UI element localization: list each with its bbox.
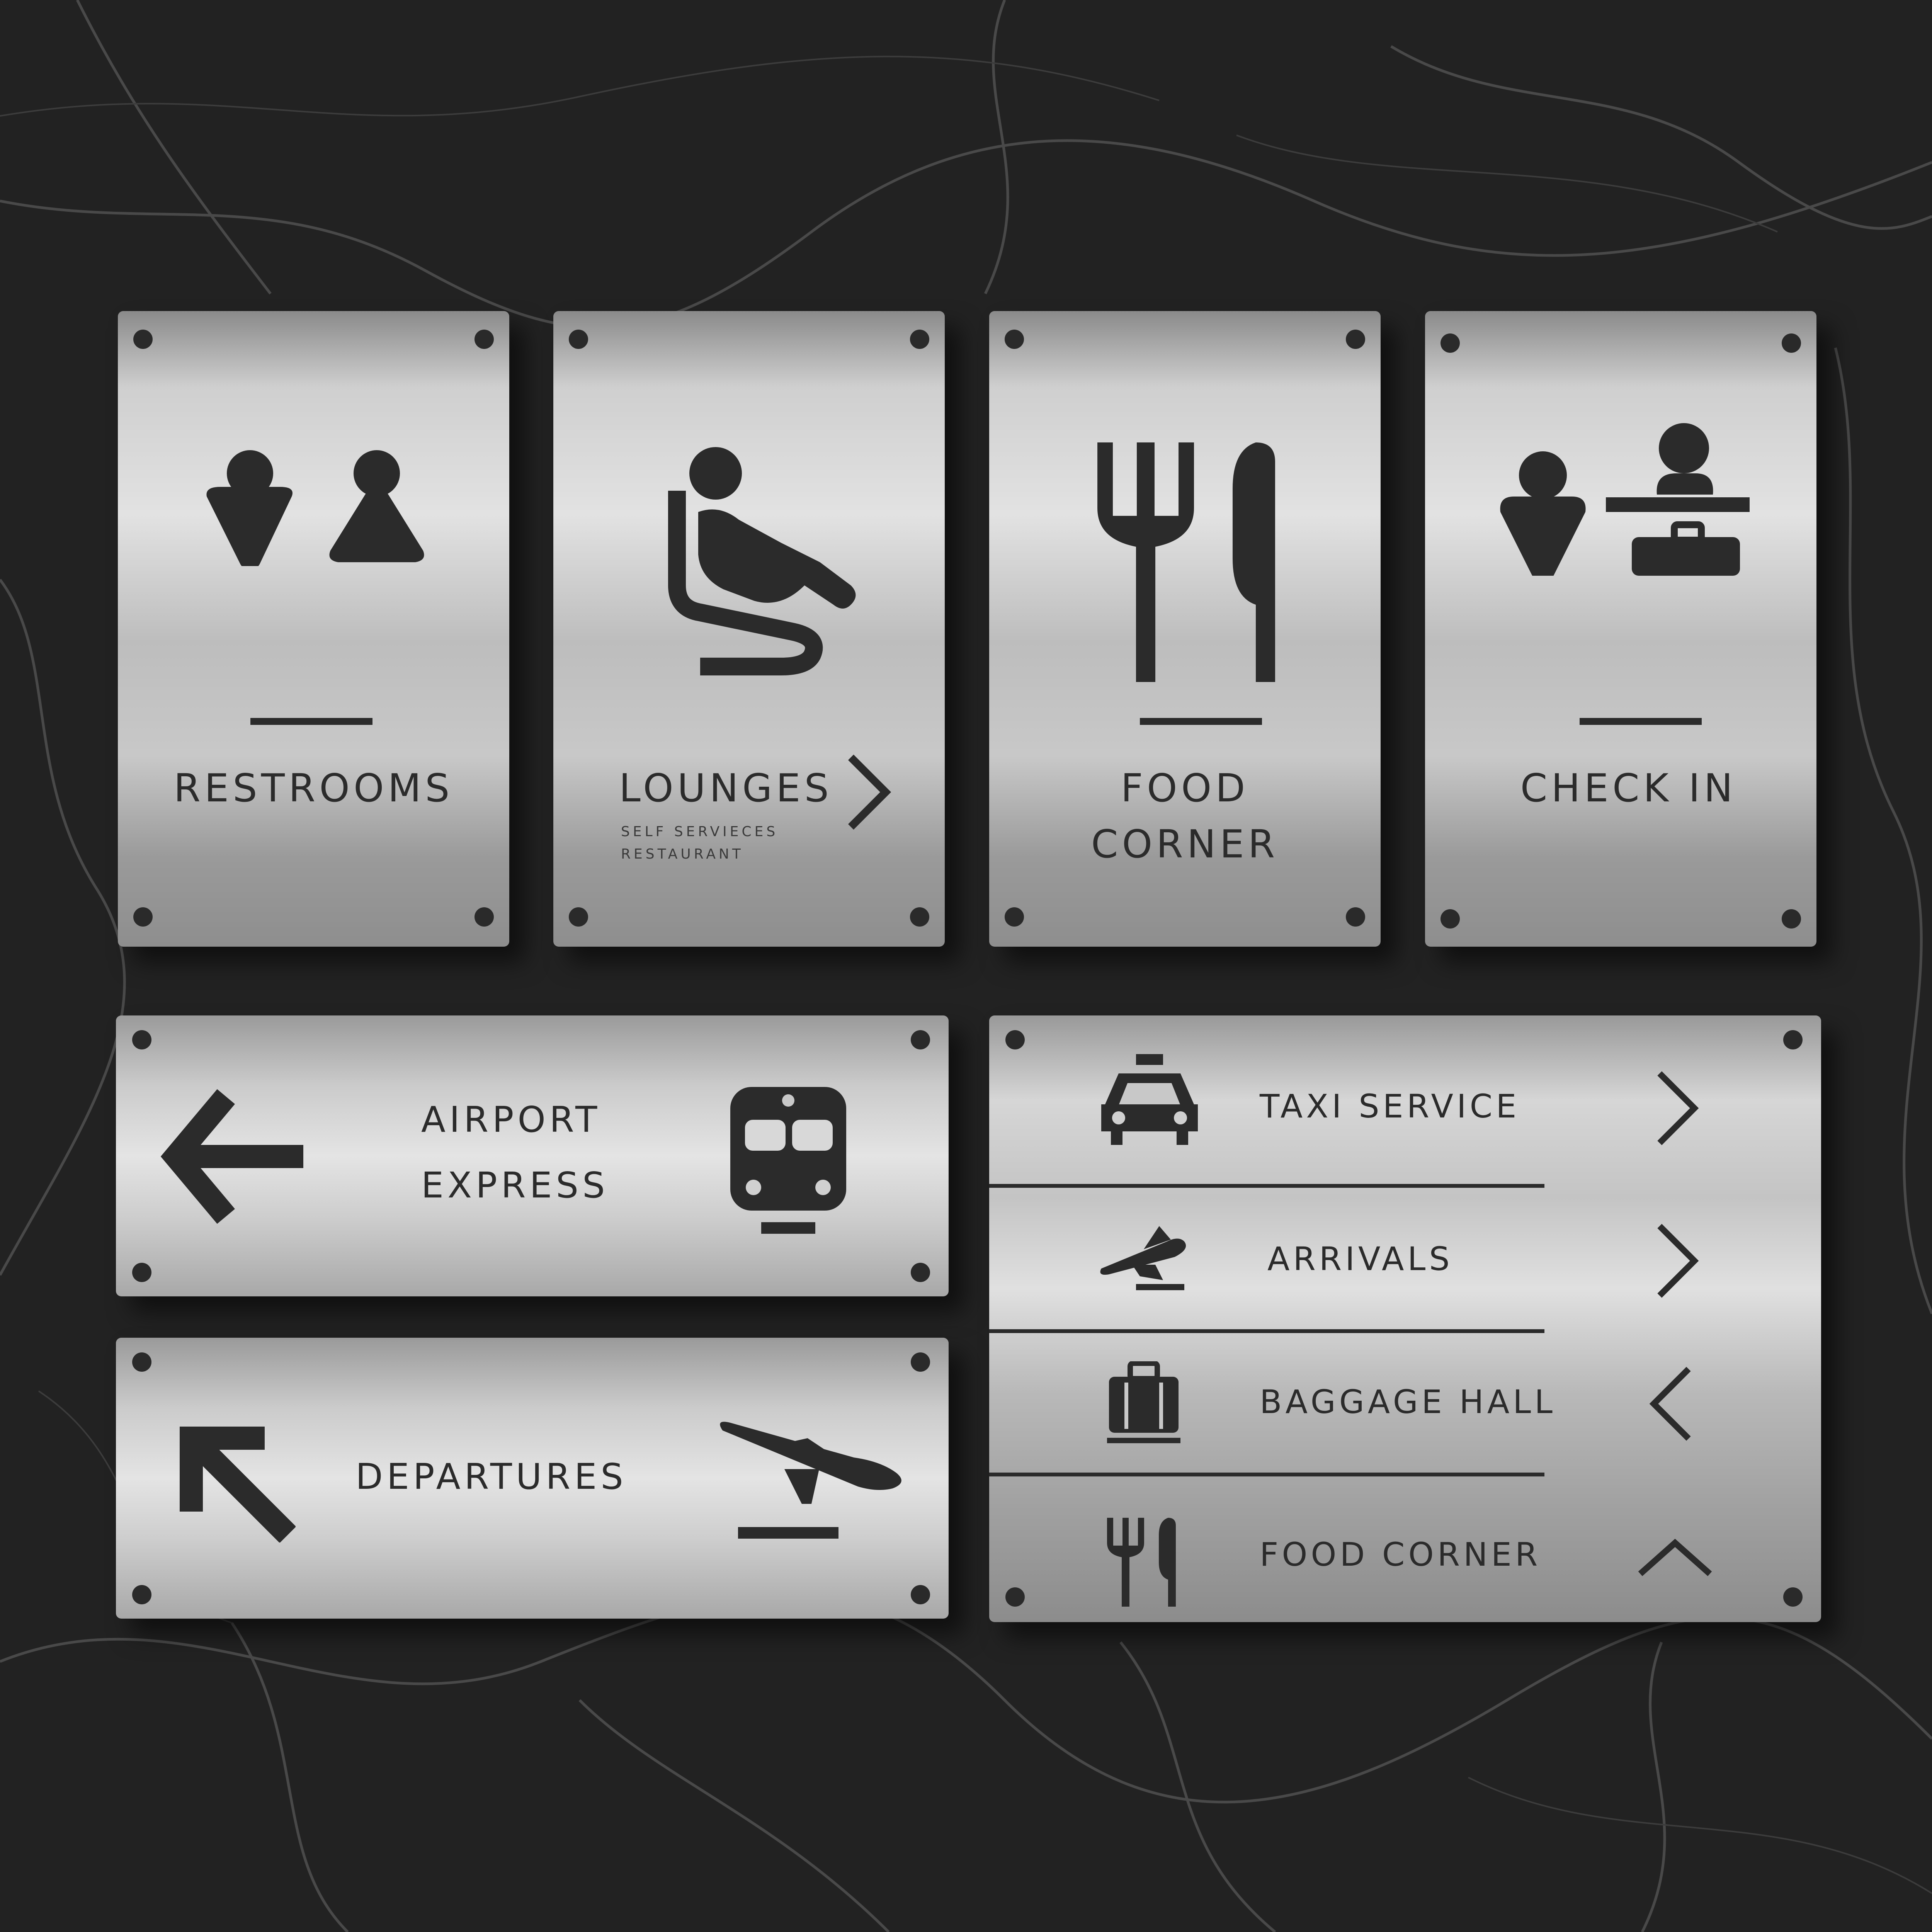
- lounge-seat-icon: [665, 446, 859, 686]
- screw: [910, 907, 929, 927]
- directory-label: BAGGAGE HALL: [1260, 1383, 1556, 1421]
- sign-title: AIRPORT: [421, 1099, 601, 1140]
- sign-title: CHECK IN: [1520, 765, 1737, 811]
- sign-subtitle: SELF SERVIECES: [621, 824, 779, 840]
- screw: [132, 1030, 151, 1049]
- restroom-icon: [205, 450, 429, 566]
- sign-title: DEPARTURES: [355, 1456, 627, 1497]
- row-divider: [989, 1329, 1544, 1333]
- sign-title: EXPRESS: [421, 1165, 609, 1206]
- screw: [1005, 1587, 1025, 1607]
- arrival-plane-icon: [1097, 1222, 1190, 1292]
- fork-knife-icon: [1097, 442, 1275, 682]
- sign-title: FOOD: [1121, 765, 1249, 811]
- row-divider: [989, 1184, 1544, 1188]
- screw: [910, 330, 929, 349]
- screw: [474, 907, 494, 927]
- screw: [132, 1585, 151, 1604]
- screw: [1783, 1587, 1803, 1607]
- sign-restrooms: RESTROOMS: [118, 311, 509, 947]
- divider: [250, 718, 372, 725]
- screw: [1005, 330, 1024, 349]
- screw: [1783, 1030, 1803, 1049]
- screw: [569, 907, 588, 927]
- chevron-right-icon: [1652, 1222, 1702, 1299]
- row-divider: [989, 1473, 1544, 1476]
- train-icon: [726, 1087, 850, 1238]
- screw: [911, 1030, 930, 1049]
- screw: [1346, 907, 1365, 927]
- screw: [911, 1263, 930, 1282]
- sign-departures: DEPARTURES: [116, 1338, 949, 1619]
- screw: [132, 1263, 151, 1282]
- directory-label: ARRIVALS: [1267, 1240, 1453, 1278]
- check-in-icon: [1498, 421, 1750, 576]
- screw: [1005, 1030, 1025, 1049]
- divider: [1140, 718, 1262, 725]
- screw: [1005, 907, 1024, 927]
- marble-background: [0, 0, 1932, 1932]
- screw: [132, 1352, 151, 1372]
- sign-food-corner: FOOD CORNER: [989, 311, 1381, 947]
- screw: [1440, 909, 1460, 929]
- screw: [1440, 333, 1460, 353]
- arrow-up-left-icon: [180, 1427, 296, 1543]
- screw: [133, 907, 153, 927]
- sign-title: CORNER: [1091, 821, 1279, 867]
- screw: [1782, 909, 1801, 929]
- sign-title: RESTROOMS: [173, 765, 454, 811]
- screw: [911, 1352, 930, 1372]
- screw: [1782, 333, 1801, 353]
- sign-title: LOUNGES: [619, 765, 833, 811]
- screw: [474, 330, 494, 349]
- chevron-left-icon: [1646, 1365, 1696, 1442]
- screw: [1346, 330, 1365, 349]
- departure-plane-icon: [715, 1415, 908, 1543]
- sign-directory: TAXI SERVICE ARRIVALS BAGGAGE HALL FOOD …: [989, 1015, 1821, 1622]
- sign-subtitle: RESTAURANT: [621, 846, 744, 862]
- chevron-up-icon: [1636, 1535, 1714, 1582]
- directory-label: FOOD CORNER: [1260, 1536, 1541, 1573]
- sign-lounges: LOUNGES SELF SERVIECES RESTAURANT: [553, 311, 945, 947]
- divider: [1580, 718, 1702, 725]
- chevron-right-icon: [843, 753, 893, 831]
- fork-knife-icon: [1107, 1518, 1177, 1607]
- screw: [133, 330, 153, 349]
- sign-check-in: CHECK IN: [1425, 311, 1816, 947]
- screw: [569, 330, 588, 349]
- chevron-right-icon: [1652, 1070, 1702, 1147]
- taxi-icon: [1097, 1054, 1202, 1147]
- sign-airport-express: AIRPORT EXPRESS: [116, 1015, 949, 1296]
- arrow-left-icon: [160, 1089, 307, 1224]
- baggage-icon: [1107, 1361, 1180, 1444]
- directory-label: TAXI SERVICE: [1260, 1087, 1520, 1125]
- screw: [911, 1585, 930, 1604]
